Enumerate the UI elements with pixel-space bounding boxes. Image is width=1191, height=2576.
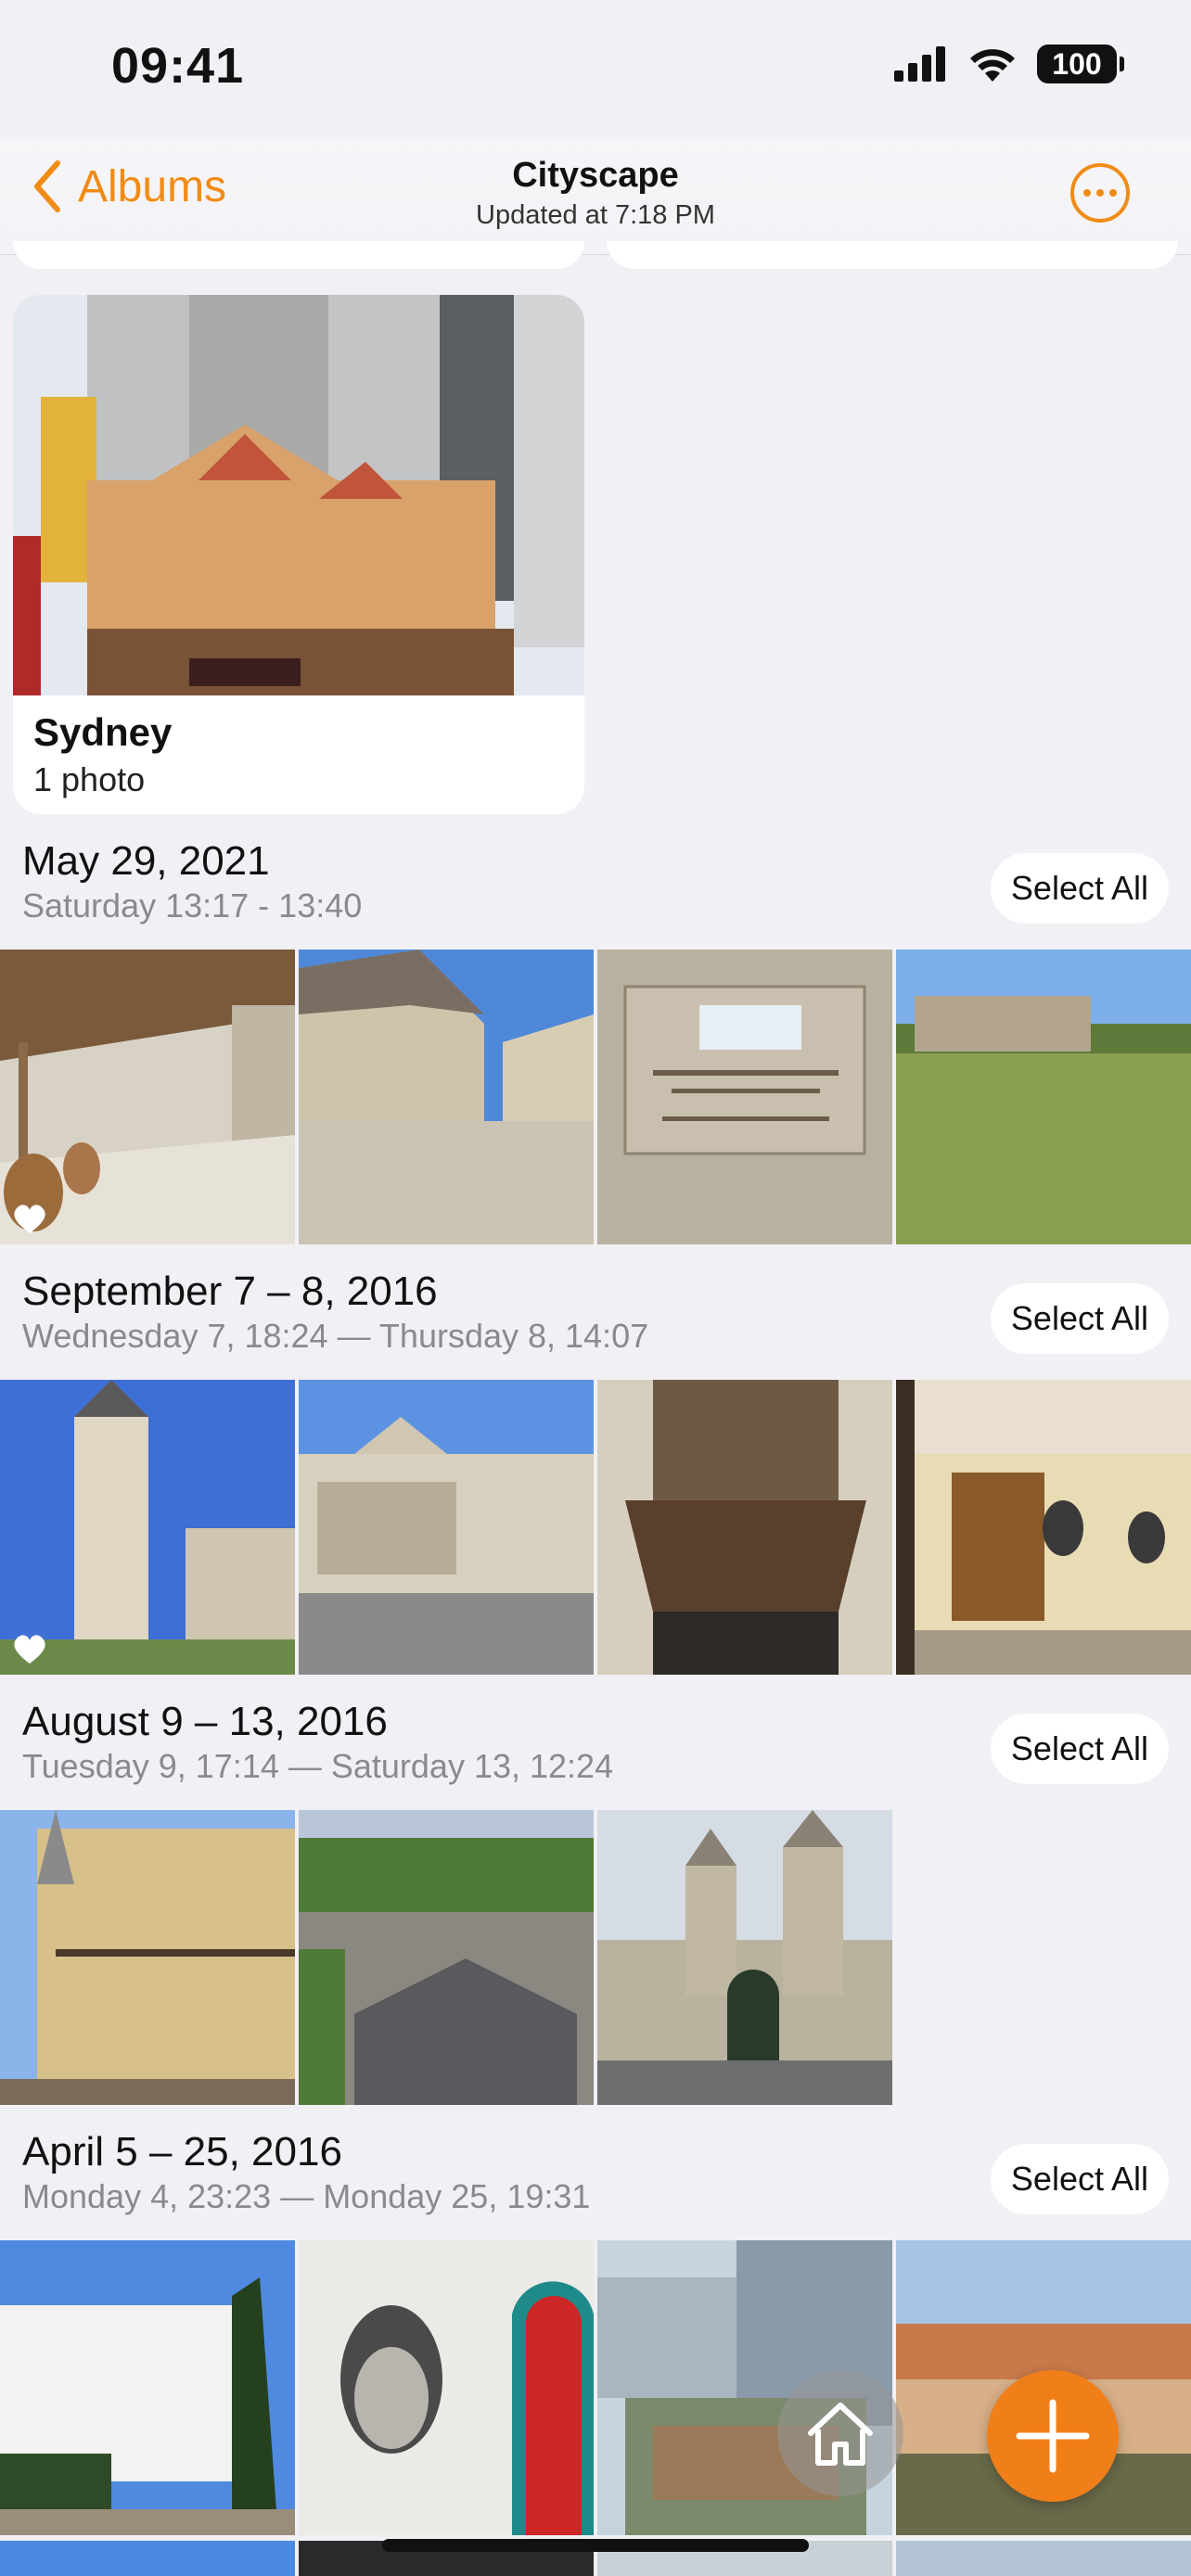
status-icons: 100 — [894, 45, 1124, 83]
select-all-button[interactable]: Select All — [990, 1714, 1169, 1784]
album-card-partial[interactable] — [13, 241, 584, 269]
select-all-button[interactable]: Select All — [990, 853, 1169, 924]
heart-icon — [14, 1635, 45, 1664]
photo-thumbnail[interactable] — [299, 950, 594, 1244]
photo-thumbnail[interactable] — [896, 950, 1191, 1244]
cellular-icon — [894, 46, 945, 82]
photo-thumbnail[interactable] — [0, 2541, 295, 2576]
section-title: May 29, 2021 — [22, 838, 270, 884]
wifi-icon — [970, 49, 1015, 82]
page-subtitle: Updated at 7:18 PM — [476, 200, 715, 230]
section-subtitle: Monday 4, 23:23 — Monday 25, 19:31 — [22, 2177, 591, 2215]
heart-icon — [14, 1205, 45, 1233]
home-button[interactable] — [777, 2370, 903, 2496]
section-title: April 5 – 25, 2016 — [22, 2129, 342, 2174]
album-cover-photo — [13, 295, 584, 695]
photo-row — [0, 1380, 1191, 1675]
status-time: 09:41 — [111, 38, 245, 94]
status-bar: 09:41 100 — [0, 0, 1191, 139]
section-subtitle: Tuesday 9, 17:14 — Saturday 13, 12:24 — [22, 1747, 614, 1785]
photo-thumbnail[interactable] — [299, 2240, 594, 2535]
more-button[interactable] — [1070, 163, 1130, 223]
plus-icon — [1016, 2399, 1090, 2473]
album-card-partial[interactable] — [607, 241, 1178, 269]
battery-icon: 100 — [1037, 45, 1124, 83]
album-name: Sydney — [33, 710, 173, 754]
photo-thumbnail[interactable] — [0, 1810, 295, 2105]
photo-thumbnail[interactable] — [896, 2541, 1191, 2576]
ellipsis-circle-icon — [1083, 189, 1091, 197]
photo-thumbnail[interactable] — [597, 1380, 892, 1675]
photo-thumbnail[interactable] — [0, 2240, 295, 2535]
select-all-button[interactable]: Select All — [990, 2144, 1169, 2214]
photo-thumbnail[interactable] — [299, 1810, 594, 2105]
photo-row — [0, 1810, 1191, 2105]
navigation-bar: Albums Cityscape Updated at 7:18 PM — [0, 139, 1191, 255]
page-title: Cityscape — [512, 156, 679, 195]
add-button[interactable] — [987, 2370, 1119, 2502]
home-indicator — [382, 2539, 809, 2552]
photo-thumbnail[interactable] — [896, 1380, 1191, 1675]
photo-row — [0, 950, 1191, 1244]
select-all-button[interactable]: Select All — [990, 1283, 1169, 1354]
photo-thumbnail[interactable] — [0, 950, 295, 1244]
photo-thumbnail[interactable] — [0, 1380, 295, 1675]
album-card-sydney[interactable]: Sydney 1 photo — [13, 295, 584, 814]
section-title: September 7 – 8, 2016 — [22, 1269, 438, 1314]
photo-thumbnail[interactable] — [597, 950, 892, 1244]
section-subtitle: Wednesday 7, 18:24 — Thursday 8, 14:07 — [22, 1317, 649, 1355]
section-title: August 9 – 13, 2016 — [22, 1699, 388, 1744]
home-icon — [808, 2403, 873, 2466]
photo-thumbnail[interactable] — [299, 1380, 594, 1675]
photo-thumbnail[interactable] — [597, 1810, 892, 2105]
section-subtitle: Saturday 13:17 - 13:40 — [22, 886, 363, 925]
album-photo-count: 1 photo — [33, 760, 146, 798]
